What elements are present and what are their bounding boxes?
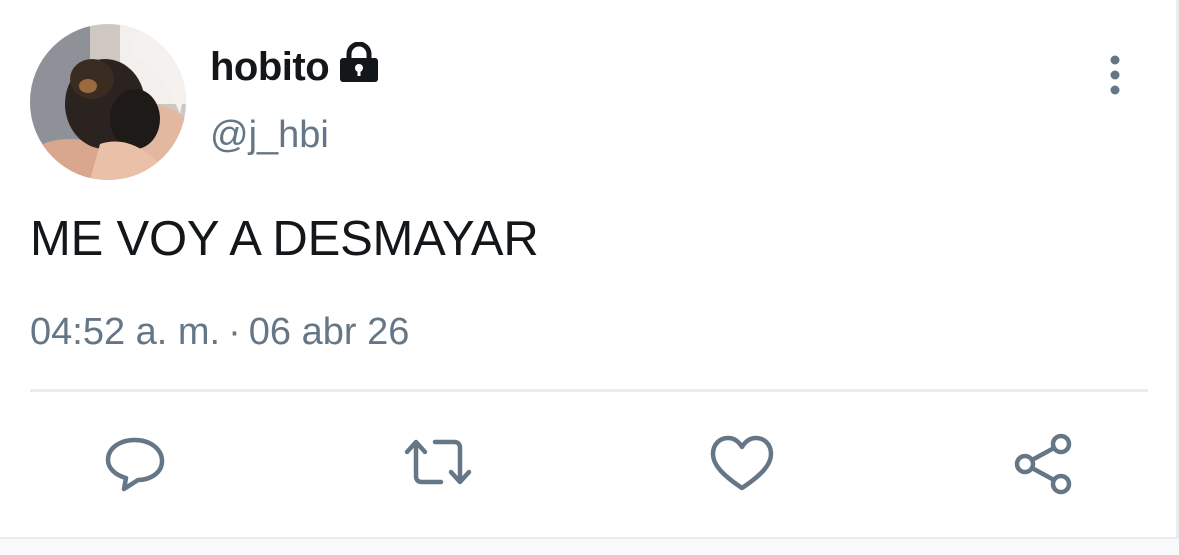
- retweet-button[interactable]: [403, 430, 473, 496]
- reply-icon: [100, 430, 170, 496]
- display-name[interactable]: hobito: [210, 40, 330, 94]
- meta-separator: ·: [228, 311, 241, 353]
- tweet-card: hobito @j_hbi ME VOY A DESMAYAR 04:52 a.…: [0, 0, 1179, 555]
- tweet-time: 04:52 a. m.: [30, 311, 221, 353]
- divider: [30, 389, 1148, 392]
- share-icon: [1011, 430, 1081, 496]
- lock-icon: [338, 41, 380, 82]
- tweet-text: ME VOY A DESMAYAR: [30, 212, 539, 266]
- reply-button[interactable]: [100, 430, 170, 496]
- timestamp[interactable]: 04:52 a. m. · 06 abr 26: [30, 307, 409, 357]
- more-vertical-icon[interactable]: [1097, 50, 1133, 100]
- like-button[interactable]: [707, 430, 777, 496]
- retweet-icon: [403, 430, 473, 496]
- avatar[interactable]: [30, 24, 186, 180]
- share-button[interactable]: [1011, 430, 1081, 496]
- like-icon: [707, 430, 777, 496]
- tweet-date: 06 abr 26: [248, 311, 410, 353]
- panel-bottom-edge: [0, 537, 1179, 555]
- handle[interactable]: @j_hbi: [210, 110, 329, 160]
